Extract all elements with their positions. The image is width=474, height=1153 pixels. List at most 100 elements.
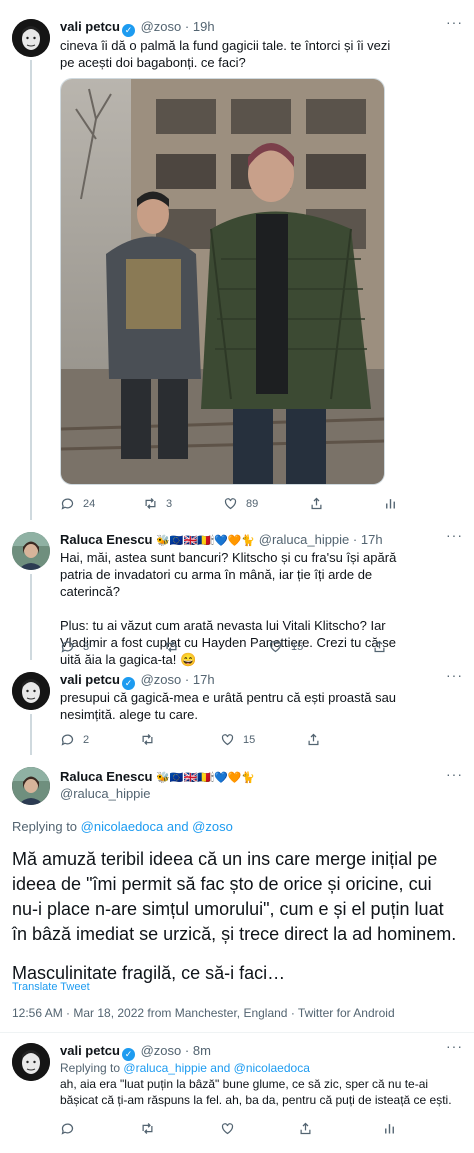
more-icon[interactable]: ··· [446,14,463,30]
more-icon[interactable]: ··· [446,667,463,683]
heart-icon [221,734,234,746]
like-button[interactable]: 15 [268,639,303,654]
reply-icon [61,734,74,746]
timestamp[interactable]: 8m [193,1043,211,1058]
tweet-actions: 3 15 [60,639,400,657]
reply-button[interactable] [60,1121,75,1136]
reply-button[interactable]: 24 [60,496,95,511]
reply-count: 2 [83,733,90,746]
display-name[interactable]: vali petcu [60,1043,120,1058]
handle[interactable]: @zoso [141,1043,182,1058]
tweet-actions [60,1121,400,1139]
handle[interactable]: @zoso [141,19,182,34]
reply-count: 3 [83,640,90,653]
display-name[interactable]: vali petcu [60,19,120,34]
tweet-text: presupui că gagică-mea e urâtă pentru că… [60,690,397,722]
heart-icon [224,498,237,510]
separator-dot: · [352,532,358,547]
separator-dot: · [184,1043,190,1058]
handle[interactable]: @raluca_hippie [60,786,151,802]
tweet-actions: 24 3 89 [60,496,400,514]
tweet-vali-1[interactable]: vali petcu ✓ @zoso · 19h ··· cineva îi dă… [0,0,474,520]
retweet-icon [142,734,153,745]
retweet-button[interactable] [140,1121,155,1136]
retweet-count: 3 [166,497,173,510]
share-icon [311,497,322,510]
avatar[interactable] [12,19,50,57]
share-button[interactable] [306,732,321,747]
like-count: 89 [246,497,259,510]
translate-link[interactable]: Translate Tweet [12,979,90,995]
timestamp[interactable]: 17h [361,532,383,547]
focused-tweet[interactable]: Raluca Enescu 🐝🇪🇺🇬🇧🇷🇴🕯💙🧡🐈 @raluca_hippie… [0,755,474,1035]
share-icon [300,1122,311,1135]
share-button[interactable] [372,639,387,654]
analytics-button[interactable] [382,1121,397,1136]
share-button[interactable] [309,496,324,511]
separator-dot: · [184,672,190,687]
more-icon[interactable]: ··· [446,1038,463,1054]
display-name[interactable]: Raluca Enescu [60,769,153,784]
reply-icon [61,498,74,510]
reply-button[interactable]: 2 [60,732,89,747]
tweet-paragraph: Hai, măi, astea sunt bancuri? Klitscho ș… [60,550,397,599]
separator-dot: · [184,19,190,34]
reply-icon [61,641,74,653]
heart-icon [269,641,282,653]
reply-button[interactable]: 3 [60,639,89,654]
tweet-raluca-1[interactable]: Raluca Enescu 🐝🇪🇺🇬🇧🇷🇴🕯💙🧡🐈 @raluca_hippie… [0,520,474,667]
avatar[interactable] [12,672,50,710]
analytics-icon [385,1124,394,1134]
retweet-button[interactable] [164,639,179,654]
tweet-vali-2[interactable]: vali petcu ✓ @zoso · 17h ··· presupui că … [0,660,474,755]
heart-icon [221,1123,234,1135]
replying-users[interactable]: @raluca_hippie and @nicolaedoca [123,1061,310,1075]
tweet-header: vali petcu ✓ @zoso · 19h [60,19,215,37]
avatar[interactable] [12,1043,50,1081]
more-icon[interactable]: ··· [446,527,463,543]
like-button[interactable] [220,1121,235,1136]
tweet-text: cineva îi dă o palmă la fund gagicii tal… [60,38,391,70]
tweet-header: vali petcu ✓ @zoso · 17h [60,672,215,690]
replying-prefix: Replying to [60,1061,121,1075]
more-icon[interactable]: ··· [446,766,463,782]
tweet-header: Raluca Enescu 🐝🇪🇺🇬🇧🇷🇴🕯💙🧡🐈 [60,769,255,786]
reply-icon [61,1123,74,1135]
retweet-icon [145,498,156,509]
share-button[interactable] [298,1121,313,1136]
tweet-actions: 2 15 [60,732,400,750]
name-emojis: 🐝🇪🇺🇬🇧🇷🇴🕯💙🧡🐈 [156,772,256,784]
analytics-button[interactable] [383,496,398,511]
display-name[interactable]: vali petcu [60,672,120,687]
handle[interactable]: @zoso [141,672,182,687]
reply-count: 24 [83,497,96,510]
timestamp[interactable]: 19h [193,19,215,34]
thread-line [30,60,32,520]
tweet-paragraph: Mă amuză teribil ideea că un ins care me… [12,849,457,944]
timestamp[interactable]: 17h [193,672,215,687]
retweet-button[interactable] [140,732,155,747]
retweet-icon [166,641,177,652]
like-button[interactable]: 15 [220,732,255,747]
tweet-photo[interactable] [60,78,385,485]
replying-prefix: Replying to [12,819,78,834]
like-button[interactable]: 89 [223,496,258,511]
tweet-header: vali petcu ✓ @zoso · 8m [60,1043,211,1061]
tweet-text: Mă amuză teribil ideea că un ins care me… [12,847,462,986]
share-icon [308,733,319,746]
display-name[interactable]: Raluca Enescu [60,532,153,547]
avatar[interactable] [12,767,50,805]
verified-icon: ✓ [121,24,135,37]
thread-line [30,714,32,755]
tweet-vali-reply[interactable]: vali petcu ✓ @zoso · 8m ··· Replying to @… [0,1033,474,1153]
retweet-button[interactable]: 3 [143,496,172,511]
avatar[interactable] [12,532,50,570]
thread-line [30,574,32,660]
like-count: 15 [243,733,256,746]
replying-users[interactable]: @nicolaedoca and @zoso [81,819,233,834]
analytics-icon [386,499,395,509]
retweet-icon [142,1123,153,1134]
handle[interactable]: @raluca_hippie [259,532,350,547]
replying-to: Replying to @raluca_hippie and @nicolaed… [60,1060,310,1076]
share-icon [374,640,385,653]
